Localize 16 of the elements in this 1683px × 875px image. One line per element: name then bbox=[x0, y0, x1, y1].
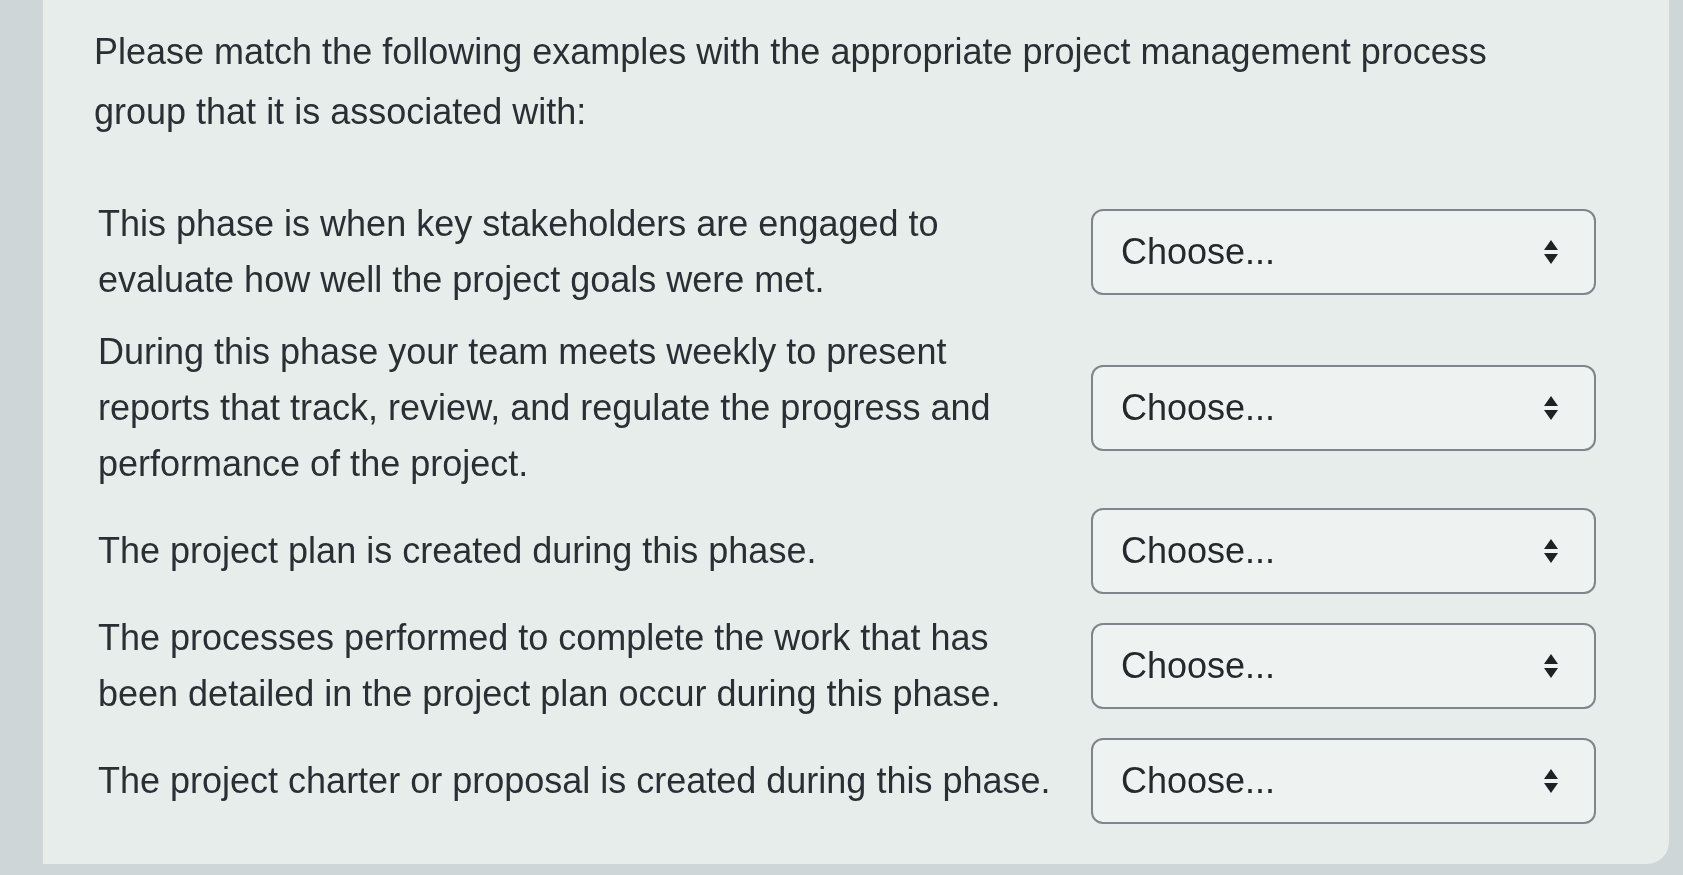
statement-text: The project plan is created during this phase. bbox=[97, 529, 818, 573]
select-dropdown[interactable]: Choose... bbox=[1091, 365, 1596, 451]
select-dropdown[interactable]: Choose... bbox=[1091, 623, 1596, 709]
statement-text: The processes performed to complete the work that has been detailed in the project plan occur during this phase. bbox=[97, 616, 1002, 716]
select-dropdown[interactable]: Choose... bbox=[1091, 508, 1596, 594]
statement-text: During this phase your team meets weekly to present reports that track, review, and regulate the progress and performance of the project. bbox=[97, 330, 992, 486]
up-down-arrows-icon bbox=[1544, 654, 1558, 678]
select-dropdown[interactable]: Choose... bbox=[1091, 738, 1596, 824]
question-prompt: Please match the following examples with the appropriate project management process group that it is associated with: bbox=[94, 30, 1488, 134]
up-down-arrows-icon bbox=[1544, 240, 1558, 264]
statement-text: The project charter or proposal is created during this phase. bbox=[97, 759, 1052, 803]
up-down-arrows-icon bbox=[1544, 769, 1558, 793]
up-down-arrows-icon bbox=[1544, 396, 1558, 420]
select-dropdown[interactable]: Choose... bbox=[1091, 209, 1596, 295]
up-down-arrows-icon bbox=[1544, 539, 1558, 563]
statement-text: This phase is when key stakeholders are engaged to evaluate how well the project goals were met. bbox=[97, 202, 940, 302]
